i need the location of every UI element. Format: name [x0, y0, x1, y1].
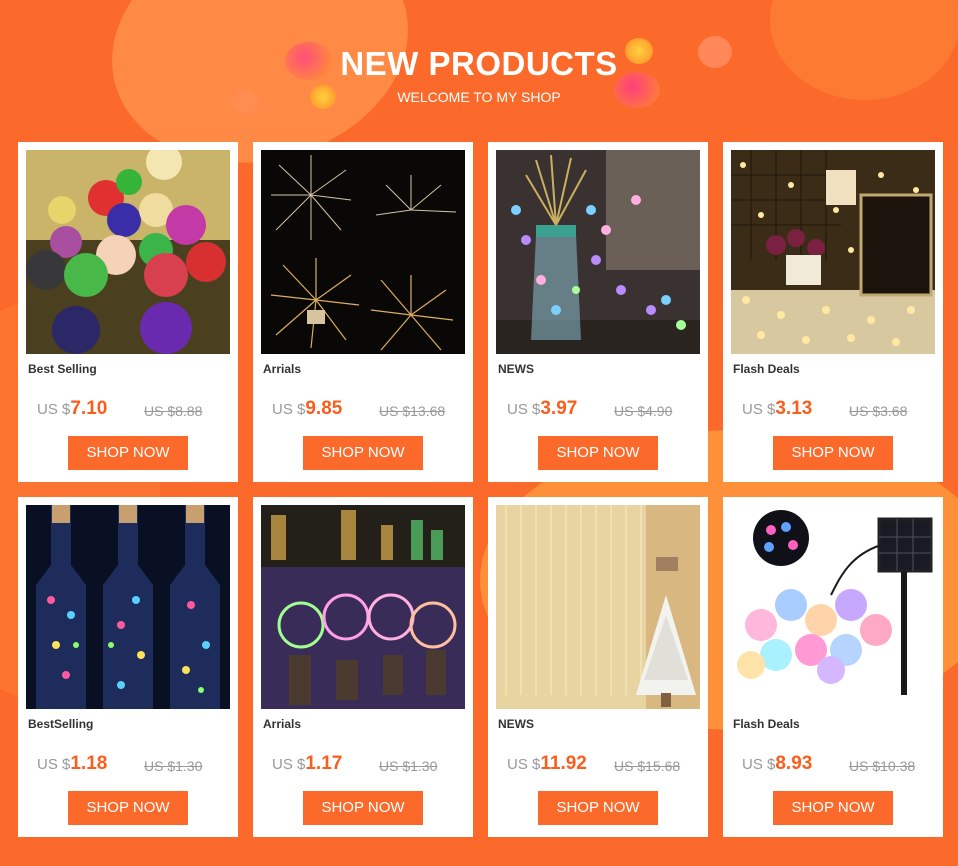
product-price: US $1.18 [37, 753, 108, 774]
shop-now-button[interactable]: SHOP NOW [68, 791, 188, 825]
product-category: NEWS [498, 362, 534, 376]
product-old-price: US $13.68 [379, 403, 446, 419]
product-image-cork-wire-lights[interactable] [261, 505, 465, 709]
product-old-price: US $3.68 [849, 403, 908, 419]
shop-now-button[interactable]: SHOP NOW [303, 791, 423, 825]
product-image-bottle-lights[interactable] [26, 505, 230, 709]
product-image-solar-flower-lights[interactable] [731, 505, 935, 709]
product-card[interactable]: BestSelling US $1.18 US $1.30 SHOP NOW [18, 497, 238, 837]
product-old-price: US $4.90 [614, 403, 673, 419]
product-card[interactable]: Flash Deals US $8.93 US $10.38 SHOP NOW [723, 497, 943, 837]
product-card[interactable]: NEWS US $3.97 US $4.90 SHOP NOW [488, 142, 708, 482]
product-price: US $7.10 [37, 398, 108, 419]
page-title: NEW PRODUCTS [340, 45, 618, 82]
product-image-snowflake-lights-jar[interactable] [496, 150, 700, 354]
product-price: US $8.93 [742, 753, 813, 774]
product-category: Flash Deals [733, 717, 800, 731]
product-price: US $9.85 [272, 398, 343, 419]
shop-now-button[interactable]: SHOP NOW [303, 436, 423, 470]
product-image-rattan-ball-lights[interactable] [26, 150, 230, 354]
product-card[interactable]: Arrials US $1.17 US $1.30 SHOP NOW [253, 497, 473, 837]
product-image-firework-lights[interactable] [261, 150, 465, 354]
product-old-price: US $8.88 [144, 403, 203, 419]
shop-now-button[interactable]: SHOP NOW [538, 436, 658, 470]
product-price: US $3.13 [742, 398, 813, 419]
product-card[interactable]: NEWS US $11.92 US $15.68 SHOP NOW [488, 497, 708, 837]
shop-now-button[interactable]: SHOP NOW [773, 436, 893, 470]
product-price: US $3.97 [507, 398, 578, 419]
product-category: Best Selling [28, 362, 97, 376]
product-old-price: US $10.38 [849, 758, 916, 774]
header: NEW PRODUCTS WELCOME TO MY SHOP [0, 0, 958, 140]
product-category: Arrials [263, 717, 302, 731]
product-old-price: US $15.68 [614, 758, 681, 774]
product-category: Flash Deals [733, 362, 800, 376]
product-card[interactable]: Best Selling US $7.10 US $8.88 SHOP NOW [18, 142, 238, 482]
product-old-price: US $1.30 [144, 758, 203, 774]
product-image-warm-string-lights-wall[interactable] [731, 150, 935, 354]
page-subtitle: WELCOME TO MY SHOP [397, 89, 561, 105]
shop-now-button[interactable]: SHOP NOW [538, 791, 658, 825]
shop-now-button[interactable]: SHOP NOW [68, 436, 188, 470]
product-category: NEWS [498, 717, 534, 731]
product-old-price: US $1.30 [379, 758, 438, 774]
shop-now-button[interactable]: SHOP NOW [773, 791, 893, 825]
product-price: US $11.92 [507, 753, 587, 774]
product-card[interactable]: Arrials US $9.85 US $13.68 SHOP NOW [253, 142, 473, 482]
product-card[interactable]: Flash Deals US $3.13 US $3.68 SHOP NOW [723, 142, 943, 482]
product-price: US $1.17 [272, 753, 343, 774]
product-category: Arrials [263, 362, 302, 376]
product-image-curtain-lights[interactable] [496, 505, 700, 709]
product-category: BestSelling [28, 717, 94, 731]
